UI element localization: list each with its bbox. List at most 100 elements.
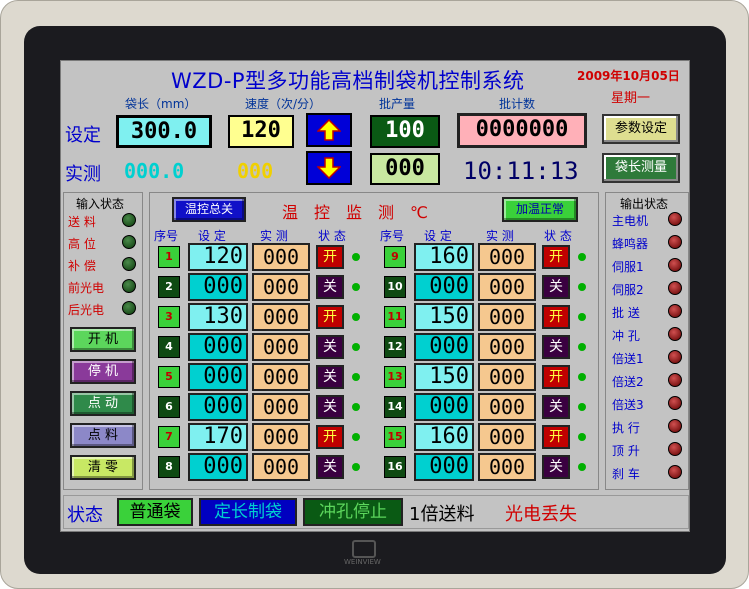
temp-right-row-4-index: 13 <box>384 366 406 388</box>
status-mode-normal-bag: 普通袋 <box>117 498 193 526</box>
temp-left-row-7-state-button[interactable]: 关 <box>316 455 344 479</box>
control-button-4[interactable]: 清 零 <box>70 455 136 480</box>
output-led-4 <box>668 304 682 318</box>
temp-right-row-0-set[interactable]: 160 <box>414 243 474 271</box>
param-settings-button[interactable]: 参数设定 <box>602 114 680 144</box>
temp-left-row-7-index: 8 <box>158 456 180 478</box>
temp-master-off-button[interactable]: 温控总关 <box>172 197 246 222</box>
temp-right-row-4-state-button[interactable]: 开 <box>542 365 570 389</box>
temp-right-row-0-index: 9 <box>384 246 406 268</box>
temp-left-row-4-set[interactable]: 000 <box>188 363 248 391</box>
input-status-title: 输入状态 <box>76 197 125 211</box>
speed-down-button[interactable] <box>306 151 352 185</box>
temp-left-row-7-set[interactable]: 000 <box>188 453 248 481</box>
temp-right-row-1-set[interactable]: 000 <box>414 273 474 301</box>
temp-right-row-6-state-button[interactable]: 开 <box>542 425 570 449</box>
temp-right-row-0-state-button[interactable]: 开 <box>542 245 570 269</box>
temp-right-row-5-state-button[interactable]: 关 <box>542 395 570 419</box>
input-label-3: 前光电 <box>68 281 105 295</box>
output-led-10 <box>668 442 682 456</box>
temp-left-row-0-actual: 000 <box>252 243 310 271</box>
output-led-0 <box>668 212 682 226</box>
actual-speed: 000 <box>237 159 274 183</box>
output-led-3 <box>668 281 682 295</box>
heating-normal-button[interactable]: 加温正常 <box>502 197 578 222</box>
bag-length-measure-button[interactable]: 袋长测量 <box>602 153 680 183</box>
status-mode-fixed-length: 定长制袋 <box>199 498 297 526</box>
temp-left-row-3-index: 4 <box>158 336 180 358</box>
temp-left-row-3-indicator <box>352 343 360 351</box>
input-led-3 <box>122 279 136 293</box>
temp-left-row-5-state-button[interactable]: 关 <box>316 395 344 419</box>
temp-left-row-0-index: 1 <box>158 246 180 268</box>
temp-right-header-state: 状 态 <box>544 229 572 243</box>
temp-left-row-3-state-button[interactable]: 关 <box>316 335 344 359</box>
temp-left-row-5-set[interactable]: 000 <box>188 393 248 421</box>
temp-left-row-6-state-button[interactable]: 开 <box>316 425 344 449</box>
temp-right-row-3-actual: 000 <box>478 333 536 361</box>
temp-right-row-6-set[interactable]: 160 <box>414 423 474 451</box>
temp-right-row-6-actual: 000 <box>478 423 536 451</box>
temp-left-row-6-set[interactable]: 170 <box>188 423 248 451</box>
temp-left-row-4-indicator <box>352 373 360 381</box>
temp-left-row-0-set[interactable]: 120 <box>188 243 248 271</box>
temp-panel: 温控总关 温 控 监 测 ℃ 加温正常 序号设 定实 测状 态 1 120 000 开 2… <box>149 192 599 490</box>
temp-right-row-4-indicator <box>578 373 586 381</box>
temp-right-header-idx: 序号 <box>380 229 405 243</box>
output-label-4: 批 送 <box>612 306 640 320</box>
temp-left-row-1-state-button[interactable]: 关 <box>316 275 344 299</box>
temp-right-row-1-state-button[interactable]: 关 <box>542 275 570 299</box>
output-label-5: 冲 孔 <box>612 329 640 343</box>
temp-right-row-3-state-button[interactable]: 关 <box>542 335 570 359</box>
temp-left-row-2-set[interactable]: 130 <box>188 303 248 331</box>
temp-right-header-set: 设 定 <box>424 229 452 243</box>
output-led-1 <box>668 235 682 249</box>
input-led-1 <box>122 235 136 249</box>
temp-right-row-4-set[interactable]: 150 <box>414 363 474 391</box>
temp-right-row-5-set[interactable]: 000 <box>414 393 474 421</box>
set-speed[interactable]: 120 <box>228 115 294 148</box>
temp-left-row-4-actual: 000 <box>252 363 310 391</box>
output-status-panel: 输出状态 主电机 蜂鸣器 伺服1 伺服2 批 送冲 孔倍送1 倍送2 倍送3 执 行顶 升刹 … <box>605 192 689 490</box>
temp-left-row-2-state-button[interactable]: 开 <box>316 305 344 329</box>
temp-right-row-1-indicator <box>578 283 586 291</box>
output-status-title: 输出状态 <box>620 197 669 211</box>
temp-right-row-3-set[interactable]: 000 <box>414 333 474 361</box>
temp-left-row-3-actual: 000 <box>252 333 310 361</box>
temp-right-row-7-state-button[interactable]: 关 <box>542 455 570 479</box>
temp-left-row-3-set[interactable]: 000 <box>188 333 248 361</box>
header-bag-length: 袋长（mm） <box>125 97 197 111</box>
control-button-1[interactable]: 停 机 <box>70 359 136 384</box>
temp-left-row-2-index: 3 <box>158 306 180 328</box>
set-batch-qty[interactable]: 100 <box>370 115 440 148</box>
speed-up-button[interactable] <box>306 113 352 147</box>
temp-right-row-2-state-button[interactable]: 开 <box>542 305 570 329</box>
input-led-0 <box>122 213 136 227</box>
temp-left-row-2-actual: 000 <box>252 303 310 331</box>
control-button-3[interactable]: 点 料 <box>70 423 136 448</box>
temp-left-row-1-set[interactable]: 000 <box>188 273 248 301</box>
output-label-0: 主电机 <box>612 214 649 228</box>
input-label-2: 补 偿 <box>68 259 96 273</box>
set-bag-length[interactable]: 300.0 <box>116 115 212 148</box>
temp-left-row-4-state-button[interactable]: 关 <box>316 365 344 389</box>
output-label-8: 倍送3 <box>612 398 644 412</box>
temp-right-row-3-indicator <box>578 343 586 351</box>
temp-left-row-0-state-button[interactable]: 开 <box>316 245 344 269</box>
input-label-1: 高 位 <box>68 237 96 251</box>
input-status-panel: 输入状态 送 料高 位补 偿前光电 后光电 开 机停 机点 动点 料清 零 <box>63 192 143 490</box>
control-button-2[interactable]: 点 动 <box>70 391 136 416</box>
set-batch-count[interactable]: 0000000 <box>457 113 587 148</box>
control-button-0[interactable]: 开 机 <box>70 327 136 352</box>
temp-left-row-1-indicator <box>352 283 360 291</box>
temp-right-row-2-index: 11 <box>384 306 406 328</box>
temp-right-row-1-actual: 000 <box>478 273 536 301</box>
clock-display: 10:11:13 <box>463 157 579 185</box>
row-label-set: 设定 <box>65 125 101 146</box>
temp-right-row-2-actual: 000 <box>478 303 536 331</box>
temp-right-row-2-set[interactable]: 150 <box>414 303 474 331</box>
row-label-actual: 实测 <box>65 164 101 185</box>
temp-right-row-6-indicator <box>578 433 586 441</box>
temp-right-row-7-set[interactable]: 000 <box>414 453 474 481</box>
output-label-6: 倍送1 <box>612 352 644 366</box>
